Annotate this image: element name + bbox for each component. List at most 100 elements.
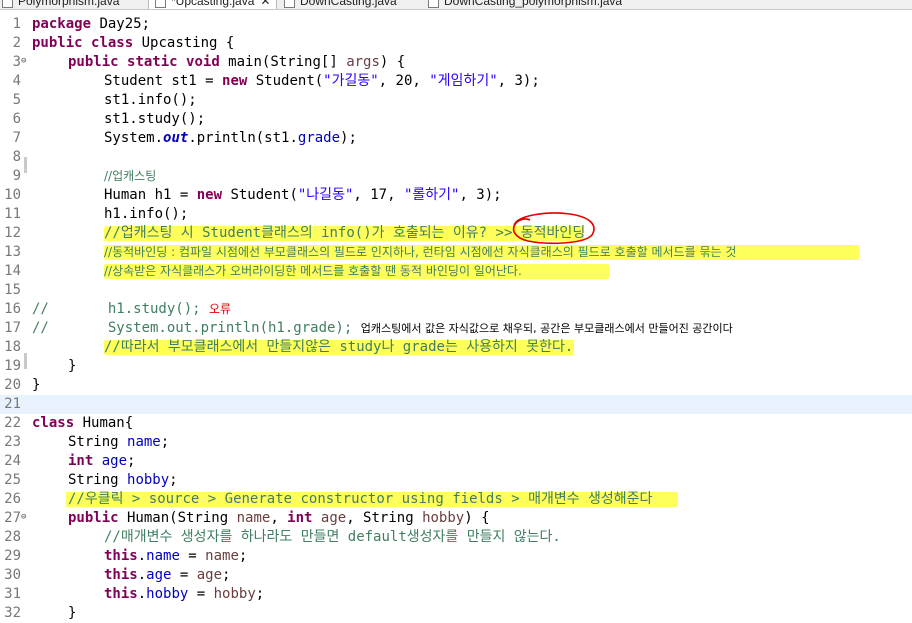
code-line: 11 h1.info(); [0,205,912,224]
code-line: 4 Student st1 = new Student("가길동", 20, "… [0,72,912,91]
code-text: public Human(String name, int age, Strin… [68,510,490,526]
code-line: 24 int age; [0,452,912,471]
code-text: this.name = name; [104,548,248,564]
line-number: 7 [12,130,21,146]
tab-downcasting-polymorphism[interactable]: DownCasting_polymorphism.java [428,0,622,9]
code-text: Student st1 = new Student("가길동", 20, "게임… [104,73,540,89]
line-number: 5 [12,92,21,108]
code-text: this.hobby = hobby; [104,586,265,602]
code-text: class Human{ [32,415,134,431]
fold-icon[interactable]: ⊖ [21,510,26,524]
line-number: 8 [12,149,21,165]
code-comment: //매개변수 생성자를 하나라도 만들면 default생성자를 만들지 않는다… [104,529,561,545]
line-number: 21 [4,396,21,412]
close-icon[interactable]: ✕ [260,0,270,8]
line-number: 24 [4,453,21,469]
line-number: 4 [12,73,21,89]
code-line: 9 //업캐스팅 [0,167,912,186]
code-text: st1.study(); [104,111,206,127]
code-text: String hobby; [68,472,178,488]
code-comment: //우클릭 > source > Generate constructor us… [68,491,653,507]
code-line: 7 System.out.println(st1.grade); [0,129,912,148]
line-number: 27 [4,510,21,526]
line-number: 22 [4,415,21,431]
code-text: this.age = age; [104,567,231,583]
line-number: 17 [4,320,21,336]
line-number: 19 [4,358,21,374]
java-file-icon [428,0,439,9]
tab-polymorphism[interactable]: Polymorphism.java [2,0,119,9]
code-text: // System.out.println(h1.grade); 업캐스팅에서 … [32,320,733,336]
line-number: 11 [4,206,21,222]
tab-label: DownCasting.java [300,0,397,8]
code-editor[interactable]: 1 package Day25; 2 public class Upcastin… [0,13,912,623]
code-line: 12 //업캐스팅 시 Student클래스의 info()가 호출되는 이유?… [0,224,912,243]
code-line: 18 //따라서 부모클래스에서 만들지않은 study나 grade는 사용하… [0,338,912,357]
code-line: 30 this.age = age; [0,566,912,585]
code-line: 27 ⊖ public Human(String name, int age, … [0,509,912,528]
code-line: 1 package Day25; [0,15,912,34]
line-number: 28 [4,529,21,545]
code-line: 8 [0,148,912,167]
code-text: } [68,605,77,621]
line-number: 30 [4,567,21,583]
code-line: 20 } [0,376,912,395]
code-line: 2 public class Upcasting { [0,34,912,53]
java-file-icon [284,0,295,9]
code-line: 17 // System.out.println(h1.grade); 업캐스팅… [0,319,912,338]
line-number: 3 [12,54,21,70]
line-number: 26 [4,491,21,507]
code-line: 25 String hobby; [0,471,912,490]
code-text: public class Upcasting { [32,35,235,51]
line-number: 13 [4,244,21,260]
line-number: 23 [4,434,21,450]
line-number: 25 [4,472,21,488]
code-line: 23 String name; [0,433,912,452]
line-number: 20 [4,377,21,393]
line-number: 18 [4,339,21,355]
code-line: 5 st1.info(); [0,91,912,110]
code-line: 22 class Human{ [0,414,912,433]
fold-icon[interactable]: ⊖ [21,54,26,68]
tab-downcasting[interactable]: DownCasting.java [284,0,397,9]
code-line: 13 //동적바인딩 : 컴파일 시점에선 부모클래스의 필드로 인지하나, 런… [0,243,912,262]
code-line: 15 [0,281,912,300]
code-text: System.out.println(st1.grade); [104,130,357,146]
code-text: String name; [68,434,170,450]
editor-tab-bar: Polymorphism.java *Upcasting.java ✕ DownC… [0,0,912,10]
code-line: 32 } [0,604,912,623]
code-text: package Day25; [32,16,151,32]
code-line: 14 //상속받은 자식클래스가 오버라이딩한 메서드를 호출할 땐 동적 바인… [0,262,912,281]
line-number: 6 [12,111,21,127]
code-text: // h1.study(); 오류 [32,301,232,317]
code-text: int age; [68,453,136,469]
code-comment: //업캐스팅 [104,169,157,183]
code-text: Human h1 = new Student("나길동", 17, "롤하기",… [104,187,502,203]
tab-label: Polymorphism.java [18,0,120,8]
tab-upcasting[interactable]: *Upcasting.java ✕ [148,0,278,9]
line-number: 31 [4,586,21,602]
code-text: } [68,358,77,374]
line-number: 14 [4,263,21,279]
code-line: 28 //매개변수 생성자를 하나라도 만들면 default생성자를 만들지 … [0,528,912,547]
tab-label: DownCasting_polymorphism.java [444,0,623,8]
code-line: 3 ⊖ public static void main(String[] arg… [0,53,912,72]
code-line-current: 21 [0,395,912,414]
code-comment: //따라서 부모클래스에서 만들지않은 study나 grade는 사용하지 못… [104,339,574,355]
line-number: 2 [12,35,21,51]
line-number: 1 [12,16,21,32]
code-line: 16 // h1.study(); 오류 [0,300,912,319]
code-line: 6 st1.study(); [0,110,912,129]
code-text: } [32,377,41,393]
code-line: 26 //우클릭 > source > Generate constructor… [0,490,912,509]
code-text: h1.info(); [104,206,189,222]
code-comment: //업캐스팅 시 Student클래스의 info()가 호출되는 이유? >>… [104,225,586,241]
code-line: 31 this.hobby = hobby; [0,585,912,604]
line-number: 10 [4,187,21,203]
code-comment: //상속받은 자식클래스가 오버라이딩한 메서드를 호출할 땐 동적 바인딩이 … [104,264,522,278]
line-number: 9 [12,168,21,184]
code-line: 10 Human h1 = new Student("나길동", 17, "롤하… [0,186,912,205]
line-number: 29 [4,548,21,564]
code-text: public static void main(String[] args) { [68,54,406,70]
line-number: 32 [4,605,21,621]
